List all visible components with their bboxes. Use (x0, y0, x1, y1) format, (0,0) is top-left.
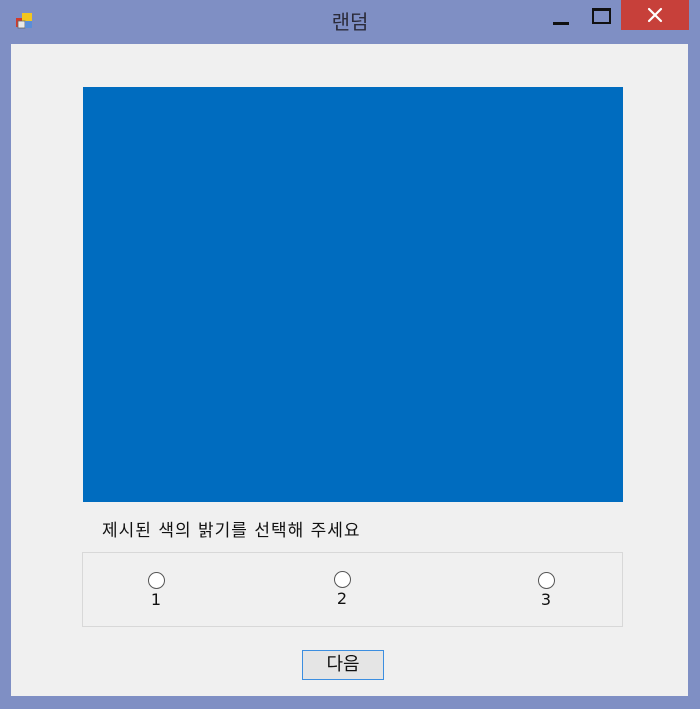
close-button[interactable] (621, 0, 689, 30)
radio-option-2[interactable]: 2 (322, 571, 362, 621)
maximize-button[interactable] (586, 3, 614, 31)
title-bar[interactable]: 랜덤 (0, 0, 700, 44)
radio-label-3: 3 (540, 590, 552, 609)
maximize-icon (592, 8, 611, 24)
instruction-label: 제시된 색의 밝기를 선택해 주세요 (102, 521, 361, 541)
radio-option-1[interactable]: 1 (136, 572, 176, 622)
close-icon (647, 7, 663, 23)
radio-label-1: 1 (150, 590, 162, 609)
radio-circle-3[interactable] (537, 572, 555, 589)
radio-option-3[interactable]: 3 (526, 572, 566, 622)
minimize-icon (553, 22, 569, 25)
brightness-option-group: 1 2 3 (82, 552, 623, 627)
next-button[interactable]: 다음 (302, 650, 384, 680)
radio-label-2: 2 (336, 589, 348, 608)
form-client-area: 제시된 색의 밝기를 선택해 주세요 1 2 3 다음 (11, 44, 688, 696)
minimize-button[interactable] (546, 3, 574, 33)
radio-circle-1[interactable] (147, 572, 165, 589)
radio-circle-2[interactable] (333, 571, 351, 588)
color-swatch (83, 87, 623, 502)
